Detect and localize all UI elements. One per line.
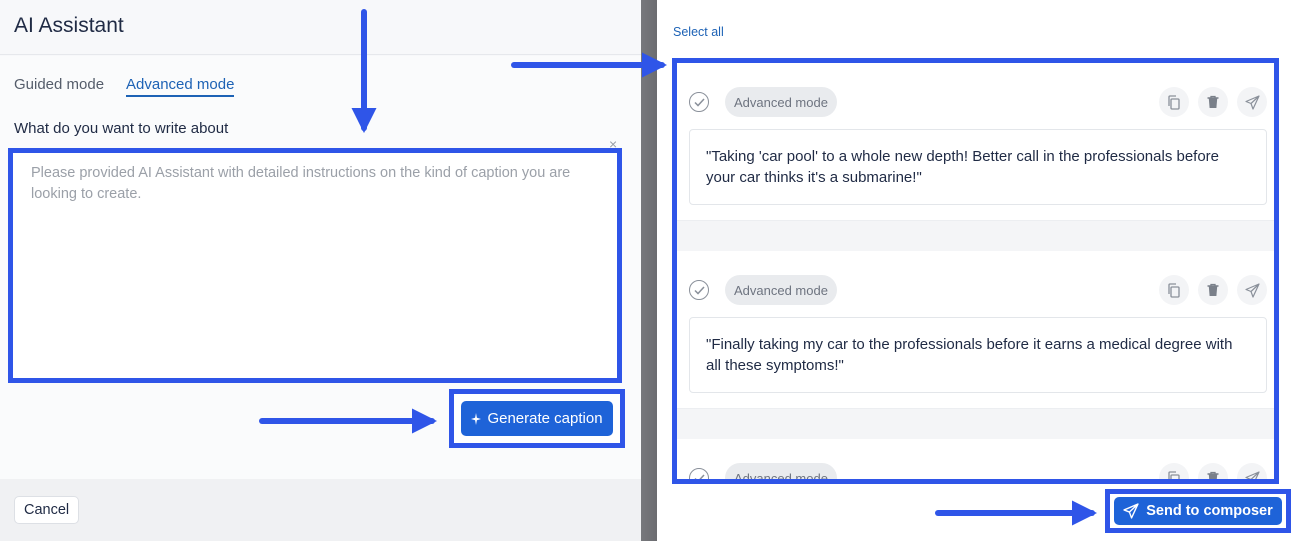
annotation-arrows (259, 9, 1098, 526)
